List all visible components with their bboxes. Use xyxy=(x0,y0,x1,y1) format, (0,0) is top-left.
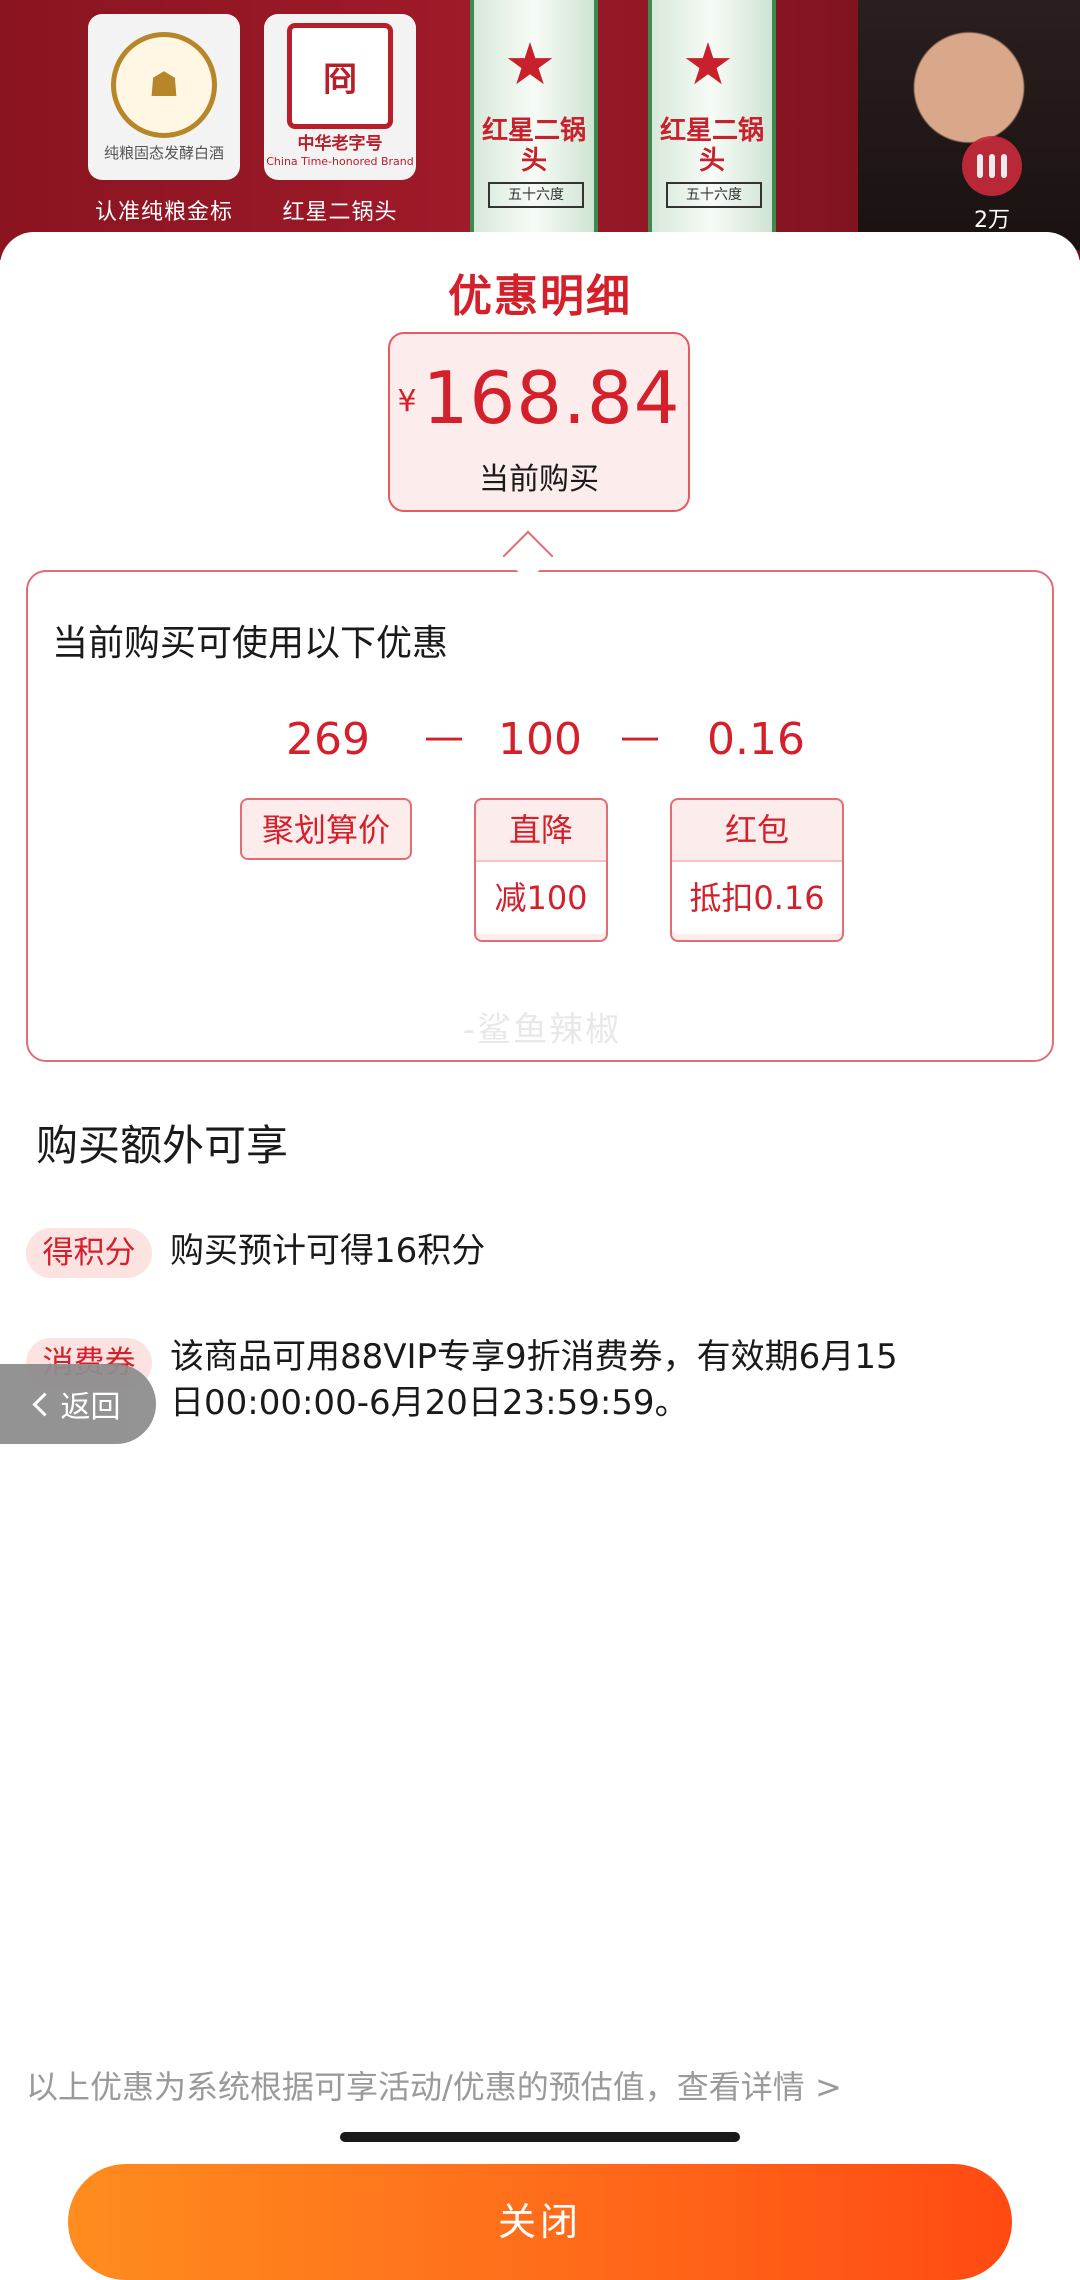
price-currency: ¥ xyxy=(397,384,417,419)
price-amount: 168.84 xyxy=(422,356,681,440)
tag-label: 直降 xyxy=(508,811,573,849)
sheet-title: 优惠明细 xyxy=(448,271,632,322)
perk-text-coupon: 该商品可用88VIP专享9折消费券，有效期6月15日00:00:00-6月20日… xyxy=(170,1337,898,1423)
discount-detail-sheet: 优惠明细 ¥168.84 当前购买 当前购买可使用以下优惠 269 — 100 … xyxy=(0,232,1080,2280)
tag-detail: 抵扣0.16 xyxy=(672,862,842,934)
discount-breakdown-card: 当前购买可使用以下优惠 269 — 100 — 0.16 聚划算价 直降 减10… xyxy=(26,570,1054,1062)
home-indicator[interactable] xyxy=(340,2132,740,2142)
tag-detail: 减100 xyxy=(476,862,606,934)
tag-label: 红包 xyxy=(724,811,789,849)
tag-direct-discount: 直降 减100 xyxy=(474,798,608,942)
badge1-caption: 认准纯粮金标 xyxy=(94,200,233,225)
time-honored-brand-badge: 冏 中华老字号 China Time-honored Brand xyxy=(264,14,416,180)
minus-sign: — xyxy=(620,714,660,760)
original-price-value: 269 xyxy=(286,714,370,765)
perk-text-points: 购买预计可得16积分 xyxy=(170,1231,486,1271)
back-button-label: 返回 xyxy=(60,1390,121,1425)
badge1-text: 纯粮固态发酵白酒 xyxy=(103,144,224,162)
time-honored-logo-icon: 冏 xyxy=(287,23,393,129)
live-viewer-count: 2万 xyxy=(974,208,1010,233)
tag-red-packet: 红包 抵扣0.16 xyxy=(670,798,844,942)
bottle-degree: 五十六度 xyxy=(488,182,584,208)
badge2-caption: 红星二锅头 xyxy=(282,200,398,225)
red-star-icon: ★ xyxy=(504,30,556,98)
bottle-degree: 五十六度 xyxy=(666,182,762,208)
breakdown-title: 当前购买可使用以下优惠 xyxy=(52,623,449,664)
badge2-subtitle: China Time-honored Brand xyxy=(266,155,414,168)
perk-tag-points: 得积分 xyxy=(26,1228,152,1278)
live-audio-icon[interactable] xyxy=(962,136,1022,196)
direct-discount-value: 100 xyxy=(498,714,582,765)
pure-grain-emblem-icon: ☗ xyxy=(111,32,217,138)
close-button[interactable]: 关闭 xyxy=(68,2164,1012,2280)
bottle-label: 红星二锅头 xyxy=(660,116,765,176)
watermark: -鲨鱼辣椒 xyxy=(462,1010,622,1050)
bottle-label: 红星二锅头 xyxy=(482,116,587,176)
price-caption: 当前购买 xyxy=(479,462,599,497)
tag-juhuasuan-price: 聚划算价 xyxy=(240,798,412,860)
red-star-icon: ★ xyxy=(682,30,734,98)
back-button[interactable]: 返回 xyxy=(0,1364,156,1444)
red-packet-value: 0.16 xyxy=(707,714,805,765)
product-bottle: ★ 红星二锅头 五十六度 xyxy=(648,0,776,240)
product-banner: ☗ 纯粮固态发酵白酒 认准纯粮金标 冏 中华老字号 China Time-hon… xyxy=(0,0,1080,260)
product-bottle: ★ 红星二锅头 五十六度 xyxy=(470,0,598,240)
tag-label: 聚划算价 xyxy=(261,811,390,849)
chevron-left-icon xyxy=(31,1391,57,1417)
current-price-box: ¥168.84 当前购买 xyxy=(388,332,690,512)
details-link[interactable]: 以上优惠为系统根据可享活动/优惠的预估值，查看详情 > xyxy=(26,2062,842,2108)
badge2-title: 中华老字号 xyxy=(297,134,383,154)
extra-benefits-title: 购买额外可享 xyxy=(36,1121,289,1170)
pure-grain-badge: ☗ 纯粮固态发酵白酒 xyxy=(88,14,240,180)
